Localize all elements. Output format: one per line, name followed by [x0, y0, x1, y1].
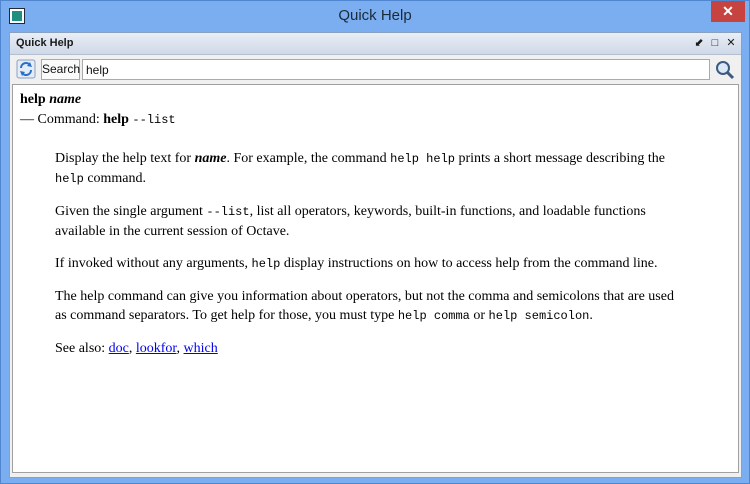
help-heading: help name: [20, 92, 82, 107]
paragraph-2: Given the single argument --list, list a…: [55, 204, 646, 239]
paragraph-1: Display the help text for name. For exam…: [55, 151, 665, 186]
search-toolbar: Search: [10, 56, 741, 82]
help-content[interactable]: help name — Command: help --list Display…: [12, 84, 739, 473]
dock-title: Quick Help: [16, 37, 74, 49]
see-also-link-which[interactable]: which: [184, 341, 218, 356]
window-title: Quick Help: [338, 7, 412, 24]
search-button[interactable]: [714, 59, 736, 80]
search-label: Search: [41, 59, 80, 80]
dock-buttons: ⬋ □ ✕: [693, 37, 737, 49]
quick-help-window: Quick Help ✕ Quick Help ⬋ □ ✕ Search hel…: [0, 0, 750, 484]
search-input[interactable]: [82, 59, 710, 80]
description-block: Display the help text for name. For exam…: [55, 149, 685, 358]
see-also-link-lookfor[interactable]: lookfor: [136, 341, 177, 356]
dock-close-button[interactable]: ✕: [725, 37, 737, 49]
maximize-button[interactable]: □: [709, 37, 721, 49]
search-icon: [716, 61, 735, 80]
quick-help-dock: Quick Help ⬋ □ ✕ Search help help name —…: [9, 32, 742, 478]
paragraph-4: The help command can give you informatio…: [55, 289, 674, 323]
see-also-link-doc[interactable]: doc: [109, 341, 129, 356]
paragraph-3: If invoked without any arguments, help d…: [55, 256, 658, 271]
dock-title-bar[interactable]: Quick Help ⬋ □ ✕: [10, 33, 741, 55]
undock-button[interactable]: ⬋: [693, 37, 705, 49]
title-bar[interactable]: Quick Help ✕: [1, 1, 749, 32]
refresh-button[interactable]: [16, 59, 36, 79]
window-close-button[interactable]: ✕: [711, 1, 745, 22]
command-signature: — Command: help --list: [20, 112, 176, 127]
see-also: See also: doc, lookfor, which: [55, 341, 218, 356]
refresh-icon: [16, 59, 36, 79]
